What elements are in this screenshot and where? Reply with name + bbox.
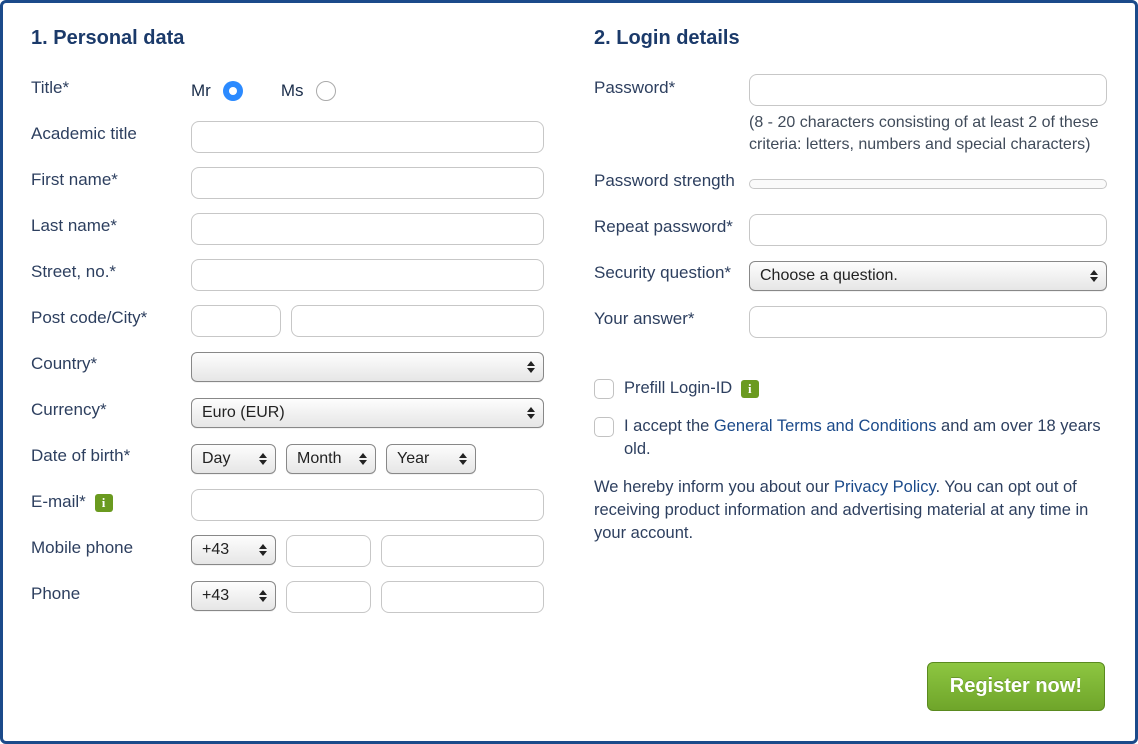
answer-label: Your answer* bbox=[594, 305, 749, 329]
registration-form: 1. Personal data Title* Mr Ms Academic t… bbox=[0, 0, 1138, 744]
mobile-code-value: +43 bbox=[202, 541, 229, 559]
section2-heading: 2. Login details bbox=[594, 27, 1107, 50]
academic-input[interactable] bbox=[191, 121, 544, 153]
country-label: Country* bbox=[31, 350, 191, 374]
chevron-updown-icon bbox=[459, 453, 467, 465]
terms-row: I accept the General Terms and Condition… bbox=[594, 415, 1107, 460]
title-ms-label: Ms bbox=[281, 81, 304, 101]
first-name-input[interactable] bbox=[191, 167, 544, 199]
currency-value: Euro (EUR) bbox=[202, 404, 285, 422]
phone-code-select[interactable]: +43 bbox=[191, 581, 276, 611]
currency-label: Currency* bbox=[31, 396, 191, 420]
privacy-paragraph: We hereby inform you about our Privacy P… bbox=[594, 476, 1107, 545]
currency-select[interactable]: Euro (EUR) bbox=[191, 398, 544, 428]
dob-month-select[interactable]: Month bbox=[286, 444, 376, 474]
terms-pre: I accept the bbox=[624, 417, 714, 435]
mobile-label: Mobile phone bbox=[31, 534, 191, 558]
repeat-label: Repeat password* bbox=[594, 213, 749, 237]
city-input[interactable] bbox=[291, 305, 544, 337]
info-icon[interactable]: i bbox=[95, 494, 113, 512]
repeat-password-input[interactable] bbox=[749, 214, 1107, 246]
dob-year-value: Year bbox=[397, 450, 429, 468]
dob-label: Date of birth* bbox=[31, 442, 191, 466]
title-mr-label: Mr bbox=[191, 81, 211, 101]
title-radio-group: Mr Ms bbox=[191, 81, 544, 101]
dob-year-select[interactable]: Year bbox=[386, 444, 476, 474]
title-mr-radio[interactable] bbox=[223, 81, 243, 101]
prefill-checkbox[interactable] bbox=[594, 379, 614, 399]
privacy-link[interactable]: Privacy Policy bbox=[834, 478, 935, 496]
info-icon[interactable]: i bbox=[741, 380, 759, 398]
street-input[interactable] bbox=[191, 259, 544, 291]
phone-label: Phone bbox=[31, 580, 191, 604]
password-hint: (8 - 20 characters consisting of at leas… bbox=[749, 112, 1107, 155]
answer-input[interactable] bbox=[749, 306, 1107, 338]
chevron-updown-icon bbox=[359, 453, 367, 465]
dob-day-select[interactable]: Day bbox=[191, 444, 276, 474]
register-button[interactable]: Register now! bbox=[927, 662, 1105, 711]
password-input[interactable] bbox=[749, 74, 1107, 106]
postcity-label: Post code/City* bbox=[31, 304, 191, 328]
first-name-label: First name* bbox=[31, 166, 191, 190]
chevron-updown-icon bbox=[527, 407, 535, 419]
last-name-input[interactable] bbox=[191, 213, 544, 245]
street-label: Street, no.* bbox=[31, 258, 191, 282]
security-question-select[interactable]: Choose a question. bbox=[749, 261, 1107, 291]
prefill-label: Prefill Login-ID bbox=[624, 379, 732, 397]
title-ms-radio[interactable] bbox=[316, 81, 336, 101]
login-details-section: 2. Login details Password* (8 - 20 chara… bbox=[594, 27, 1107, 626]
email-label: E-mail* i bbox=[31, 488, 191, 512]
mobile-part2-input[interactable] bbox=[381, 535, 544, 567]
mobile-code-select[interactable]: +43 bbox=[191, 535, 276, 565]
phone-part2-input[interactable] bbox=[381, 581, 544, 613]
last-name-label: Last name* bbox=[31, 212, 191, 236]
dob-month-value: Month bbox=[297, 450, 341, 468]
dob-day-value: Day bbox=[202, 450, 230, 468]
chevron-updown-icon bbox=[1090, 270, 1098, 282]
prefill-row: Prefill Login-ID i bbox=[594, 377, 1107, 399]
email-input[interactable] bbox=[191, 489, 544, 521]
section1-heading: 1. Personal data bbox=[31, 27, 544, 50]
terms-link[interactable]: General Terms and Conditions bbox=[714, 417, 937, 435]
personal-data-section: 1. Personal data Title* Mr Ms Academic t… bbox=[31, 27, 544, 626]
mobile-part1-input[interactable] bbox=[286, 535, 371, 567]
chevron-updown-icon bbox=[259, 590, 267, 602]
security-question-value: Choose a question. bbox=[760, 267, 898, 285]
country-select[interactable] bbox=[191, 352, 544, 382]
privacy-pre: We hereby inform you about our bbox=[594, 478, 834, 496]
terms-checkbox[interactable] bbox=[594, 417, 614, 437]
chevron-updown-icon bbox=[259, 453, 267, 465]
password-label: Password* bbox=[594, 74, 749, 98]
chevron-updown-icon bbox=[527, 361, 535, 373]
title-label: Title* bbox=[31, 74, 191, 98]
phone-part1-input[interactable] bbox=[286, 581, 371, 613]
academic-label: Academic title bbox=[31, 120, 191, 144]
password-strength-meter bbox=[749, 179, 1107, 189]
post-code-input[interactable] bbox=[191, 305, 281, 337]
strength-label: Password strength bbox=[594, 167, 749, 191]
country-value bbox=[202, 358, 206, 376]
secq-label: Security question* bbox=[594, 259, 749, 283]
chevron-updown-icon bbox=[259, 544, 267, 556]
phone-code-value: +43 bbox=[202, 587, 229, 605]
